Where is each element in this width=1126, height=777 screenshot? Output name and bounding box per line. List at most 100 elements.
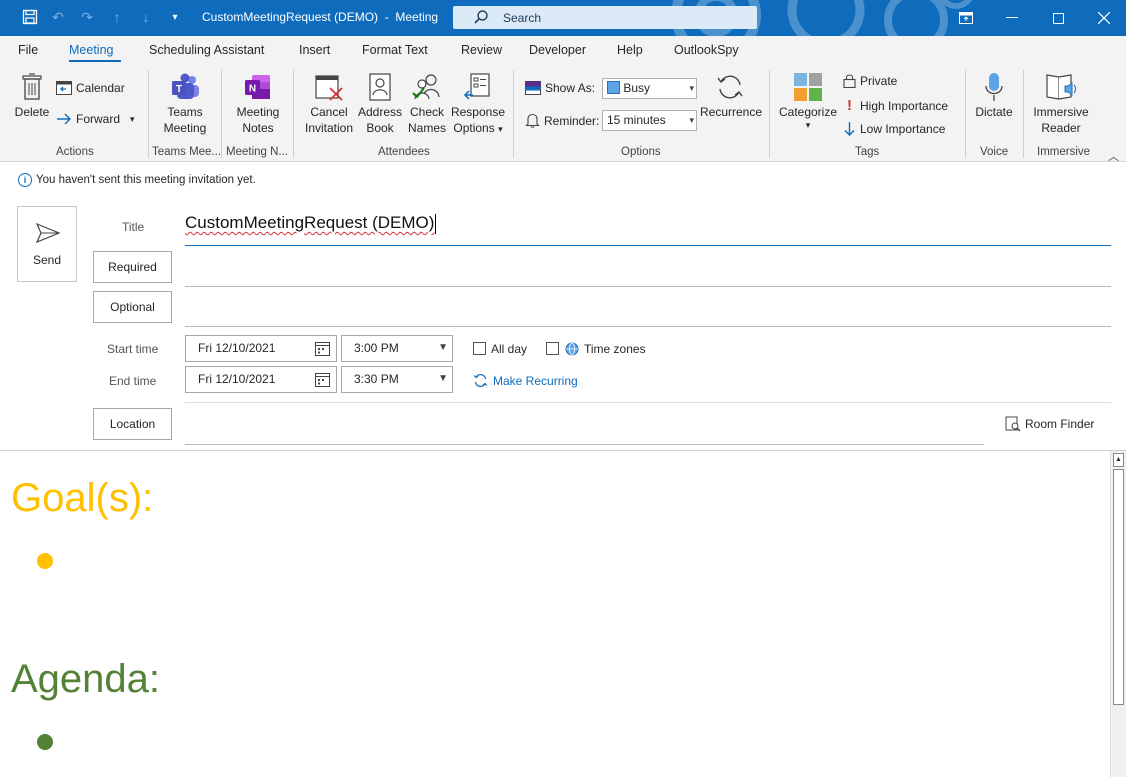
redo-icon[interactable]: ↷ — [78, 8, 96, 26]
check-label-1: Check — [409, 105, 444, 119]
minimize-icon — [1006, 17, 1018, 18]
address-book-button[interactable]: Address Book — [356, 70, 404, 136]
tab-file[interactable]: File — [18, 43, 38, 57]
categorize-dropdown-icon[interactable]: ▾ — [777, 120, 839, 130]
group-separator — [965, 70, 966, 158]
cancel-invitation-icon — [315, 75, 343, 101]
high-importance-label: High Importance — [860, 98, 949, 113]
location-button[interactable]: Location — [93, 408, 172, 440]
optional-input[interactable] — [185, 326, 1111, 327]
tab-outlookspy[interactable]: OutlookSpy — [674, 43, 739, 57]
end-time-label: End time — [109, 374, 157, 388]
scroll-thumb[interactable] — [1113, 469, 1124, 705]
response-dropdown-icon[interactable]: ▾ — [498, 124, 503, 134]
start-date-picker[interactable]: Fri 12/10/2021 — [185, 335, 337, 362]
title-input[interactable]: CustomMeetingRequest (DEMO) — [185, 213, 437, 234]
active-tab-indicator — [69, 60, 121, 62]
cancel-invitation-button[interactable]: Cancel Invitation — [302, 70, 356, 136]
undo-icon[interactable]: ↶ — [49, 8, 67, 26]
previous-item-icon[interactable]: ↑ — [108, 8, 126, 26]
make-recurring-link[interactable]: Make Recurring — [473, 373, 578, 388]
high-importance-button[interactable]: ! High Importance — [843, 97, 948, 114]
recurrence-icon — [717, 75, 743, 99]
end-date-picker[interactable]: Fri 12/10/2021 — [185, 366, 337, 393]
vertical-scrollbar[interactable]: ▲ — [1110, 451, 1126, 777]
notes-label-2: Notes — [242, 121, 274, 135]
forward-dropdown-icon[interactable]: ▾ — [130, 114, 135, 125]
meeting-notes-button[interactable]: N Meeting Notes — [229, 70, 287, 136]
tab-meeting[interactable]: Meeting — [69, 43, 113, 57]
teams-label-2: Meeting — [163, 121, 207, 135]
next-item-icon[interactable]: ↓ — [137, 8, 155, 26]
microphone-icon — [985, 73, 1003, 101]
response-label-2: Options — [453, 121, 495, 135]
location-input[interactable] — [185, 444, 984, 445]
info-icon: i — [18, 173, 32, 187]
start-time-label: Start time — [107, 342, 159, 356]
info-bar: i You haven't sent this meeting invitati… — [0, 163, 1126, 195]
start-time-select[interactable]: 3:00 PM ▼ — [341, 335, 453, 362]
message-body[interactable] — [0, 451, 1110, 777]
close-icon — [1098, 12, 1110, 24]
group-separator — [769, 70, 770, 158]
chevron-down-icon: ▼ — [438, 342, 448, 353]
optional-button[interactable]: Optional — [93, 291, 172, 323]
agenda-heading: Agenda: — [11, 657, 161, 701]
tab-review[interactable]: Review — [461, 43, 502, 57]
exclamation-icon: ! — [847, 97, 852, 114]
teams-meeting-button[interactable]: T Teams Meeting — [156, 70, 214, 136]
scroll-up-icon[interactable]: ▲ — [1113, 453, 1124, 467]
show-as-select[interactable]: Busy ▾ — [602, 78, 697, 99]
address-book-icon — [369, 73, 391, 101]
search-icon — [474, 10, 488, 24]
immersive-reader-button[interactable]: Immersive Reader — [1030, 70, 1092, 136]
required-input[interactable] — [185, 286, 1111, 287]
forward-button[interactable]: Forward ▾ — [56, 112, 135, 126]
categorize-icon — [794, 73, 822, 101]
reminder-select[interactable]: 15 minutes ▾ — [602, 110, 697, 131]
collapse-ribbon-icon[interactable]: ︿ — [1108, 148, 1119, 164]
delete-button[interactable]: Delete — [10, 70, 54, 120]
group-separator — [293, 70, 294, 158]
tab-developer[interactable]: Developer — [529, 43, 586, 57]
customize-toolbar-icon[interactable]: ▾ — [166, 8, 184, 26]
time-zones-checkbox[interactable] — [546, 342, 559, 355]
check-label-2: Names — [407, 121, 446, 135]
minimize-button[interactable] — [989, 0, 1035, 36]
calendar-button[interactable]: Calendar — [56, 80, 125, 95]
save-icon[interactable] — [21, 8, 39, 26]
title-label: Title — [122, 220, 145, 234]
categorize-button[interactable]: Categorize ▾ — [777, 70, 839, 130]
end-time-select[interactable]: 3:30 PM ▼ — [341, 366, 453, 393]
group-label-teams: Teams Mee... — [152, 146, 222, 158]
close-button[interactable] — [1081, 0, 1126, 36]
check-names-button[interactable]: Check Names — [404, 70, 450, 136]
private-button[interactable]: Private — [843, 73, 897, 88]
teams-label-1: Teams — [167, 105, 203, 119]
search-box[interactable]: Search — [453, 6, 757, 29]
response-options-button[interactable]: Response Options ▾ — [450, 70, 506, 137]
low-importance-button[interactable]: Low Importance — [843, 121, 945, 137]
calendar-icon — [315, 342, 330, 356]
ribbon-display-options-button[interactable] — [943, 0, 989, 36]
maximize-button[interactable] — [1035, 0, 1081, 36]
dictate-button[interactable]: Dictate — [970, 70, 1018, 120]
all-day-checkbox[interactable] — [473, 342, 486, 355]
private-label: Private — [860, 73, 898, 88]
tab-scheduling-assistant[interactable]: Scheduling Assistant — [149, 43, 264, 57]
goal-bullet — [37, 553, 53, 569]
time-zones-label: Time zones — [584, 342, 646, 356]
goal-heading: Goal(s): — [11, 476, 154, 520]
all-day-label: All day — [491, 342, 528, 356]
cancel-label-2: Invitation — [304, 121, 354, 135]
ribbon: Delete Calendar Forward ▾ Actions T Team… — [0, 64, 1126, 164]
immersive-reader-icon — [1046, 74, 1076, 100]
required-button[interactable]: Required — [93, 251, 172, 283]
tab-format-text[interactable]: Format Text — [362, 43, 428, 57]
recurrence-button[interactable]: Recurrence — [700, 70, 762, 120]
tab-insert[interactable]: Insert — [299, 43, 330, 57]
start-time-value: 3:00 PM — [354, 341, 399, 355]
tab-help[interactable]: Help — [617, 43, 643, 57]
send-button[interactable]: Send — [17, 206, 77, 282]
room-finder-button[interactable]: Room Finder — [1005, 416, 1094, 432]
